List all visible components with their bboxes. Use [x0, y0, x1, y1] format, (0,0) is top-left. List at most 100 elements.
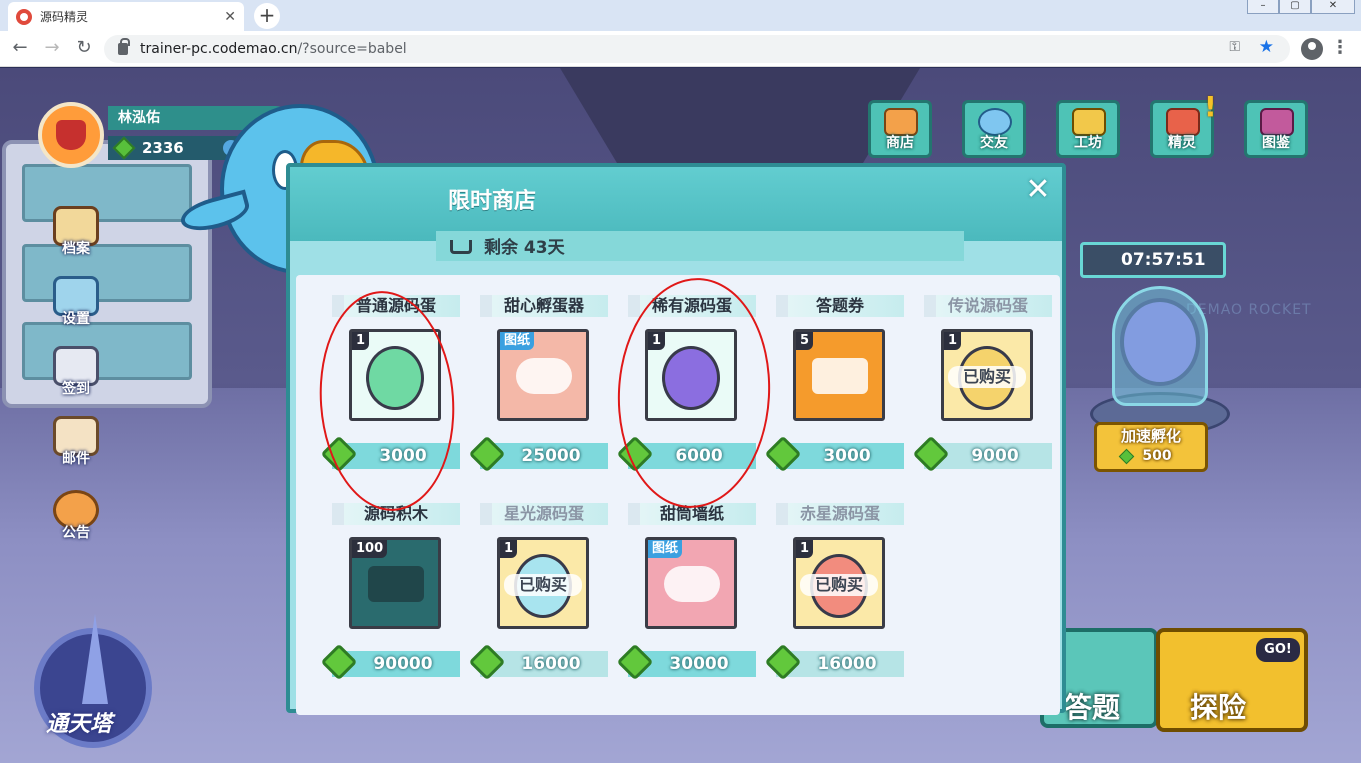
shop-item-card[interactable]: 甜筒墙纸 图纸 30000 [616, 503, 756, 683]
browser-tab[interactable]: 源码精灵 ✕ [8, 2, 244, 31]
top-nav-friends[interactable]: 交友 [962, 100, 1026, 158]
bookmark-star-icon[interactable]: ★ [1259, 37, 1274, 57]
site-favicon-icon [16, 8, 32, 25]
shop-item-name: 传说源码蛋 [924, 295, 1052, 317]
purchased-label: 已购买 [800, 574, 878, 596]
side-nav-notice[interactable]: 公告 [44, 490, 108, 542]
incubator-glass [1112, 286, 1208, 406]
gem-icon [912, 435, 950, 473]
shop-item-image: 1 已购买 [497, 537, 589, 629]
shop-item-image: 图纸 [645, 537, 737, 629]
window-controls: – ▢ ✕ [1247, 0, 1355, 14]
ticket-icon [812, 358, 868, 394]
gem-icon [764, 435, 802, 473]
blueprint-icon [516, 358, 572, 394]
shop-item-name: 答题券 [776, 295, 904, 317]
purchased-label: 已购买 [948, 366, 1026, 388]
dialog-title: 限时商店 [448, 189, 537, 214]
shop-item-card[interactable]: 答题券 5 3000 [764, 295, 904, 475]
code-block-icon [368, 566, 424, 602]
quantity-badge: 1 [500, 540, 518, 558]
side-nav-label: 设置 [62, 311, 90, 327]
key-icon[interactable]: ⚿ [1229, 39, 1240, 55]
top-nav-label: 工坊 [1074, 135, 1102, 151]
explore-button[interactable]: GO! 探险 [1156, 628, 1308, 732]
remaining-text: 剩余 43天 [484, 238, 565, 258]
back-icon[interactable]: ← [8, 37, 32, 58]
top-nav-shop[interactable]: 商店 [868, 100, 932, 158]
top-nav-label: 图鉴 [1262, 135, 1290, 151]
price-tag[interactable]: 30000 [616, 643, 756, 681]
minimize-button[interactable]: – [1247, 0, 1279, 14]
shop-item-image: 1 已购买 [941, 329, 1033, 421]
gem-count: 2336 [142, 139, 184, 157]
price-value: 16000 [521, 654, 581, 674]
price-value: 9000 [971, 446, 1019, 466]
browser-toolbar: ← → ↻ trainer-pc.codemao.cn/?source=babe… [0, 31, 1361, 67]
browser-menu-icon[interactable]: ⋮ [1331, 37, 1349, 58]
gem-icon [468, 643, 506, 681]
speed-hatch-label: 加速孵化 [1120, 427, 1181, 445]
shop-item-card[interactable]: 甜心孵蛋器图纸 25000 [468, 295, 608, 475]
speed-hatch-button[interactable]: 加速孵化 500 [1094, 422, 1208, 472]
shop-item-card[interactable]: 传说源码蛋 1 已购买 9000 [912, 295, 1052, 475]
price-value: 16000 [817, 654, 877, 674]
shop-item-image: 5 [793, 329, 885, 421]
quantity-badge: 图纸 [648, 540, 683, 558]
mascot-face-icon [56, 120, 86, 150]
side-nav-settings[interactable]: 设置 [44, 276, 108, 328]
top-nav-label: 商店 [886, 135, 914, 151]
top-nav-label: 交友 [980, 135, 1008, 151]
price-tag[interactable]: 25000 [468, 435, 608, 473]
top-nav-codex[interactable]: 图鉴 [1244, 100, 1308, 158]
shop-item-card[interactable]: 源码积木 100 90000 [320, 503, 460, 683]
new-tab-button[interactable]: + [254, 3, 280, 29]
shop-item-card[interactable]: 星光源码蛋 1 已购买 16000 [468, 503, 608, 683]
price-tag[interactable]: 90000 [320, 643, 460, 681]
quantity-badge: 图纸 [500, 332, 535, 350]
price-tag[interactable]: 16000 [764, 643, 904, 681]
shop-item-card[interactable]: 赤星源码蛋 1 已购买 16000 [764, 503, 904, 683]
blueprint-icon [664, 566, 720, 602]
forward-icon[interactable]: → [40, 37, 64, 58]
gem-icon [320, 643, 358, 681]
price-tag[interactable]: 3000 [764, 435, 904, 473]
price-value: 25000 [521, 446, 581, 466]
side-nav-mail[interactable]: 邮件 [44, 416, 108, 468]
tab-close-icon[interactable]: ✕ [224, 9, 236, 25]
incubator[interactable] [1090, 286, 1230, 436]
shop-item-image: 1 已购买 [793, 537, 885, 629]
tower-button[interactable]: 通天塔 [34, 614, 152, 748]
side-nav-label: 档案 [62, 241, 90, 257]
shop-item-name: 甜心孵蛋器 [480, 295, 608, 317]
reload-icon[interactable]: ↻ [72, 37, 96, 58]
top-nav-workshop[interactable]: 工坊 [1056, 100, 1120, 158]
alert-icon: ! [1204, 90, 1217, 123]
price-tag[interactable]: 16000 [468, 643, 608, 681]
quantity-badge: 1 [944, 332, 962, 350]
dialog-header [290, 167, 1062, 241]
price-value: 30000 [669, 654, 729, 674]
price-value: 3000 [823, 446, 871, 466]
explore-label: 探险 [1190, 691, 1247, 724]
quantity-badge: 100 [352, 540, 388, 558]
side-nav-checkin[interactable]: 签到 [44, 346, 108, 398]
tower-label: 通天塔 [46, 712, 113, 737]
window-close-button[interactable]: ✕ [1311, 0, 1355, 14]
side-nav-profile[interactable]: 档案 [44, 206, 108, 258]
gem-icon [468, 435, 506, 473]
quantity-badge: 1 [796, 540, 814, 558]
side-nav-label: 邮件 [62, 451, 90, 467]
avatar[interactable] [38, 102, 104, 168]
close-icon[interactable]: ✕ [1022, 175, 1054, 207]
shop-item-image: 100 [349, 537, 441, 629]
maximize-button[interactable]: ▢ [1279, 0, 1311, 14]
hatch-timer: 07:57:51 [1080, 242, 1226, 278]
answer-label: 答题 [1064, 691, 1121, 724]
purchased-label: 已购买 [504, 574, 582, 596]
quantity-badge: 5 [796, 332, 814, 350]
lock-icon[interactable] [118, 38, 130, 55]
profile-avatar-icon[interactable] [1301, 38, 1323, 60]
address-bar[interactable]: trainer-pc.codemao.cn/?source=babel ⚿ ★ [104, 35, 1290, 63]
price-tag[interactable]: 9000 [912, 435, 1052, 473]
